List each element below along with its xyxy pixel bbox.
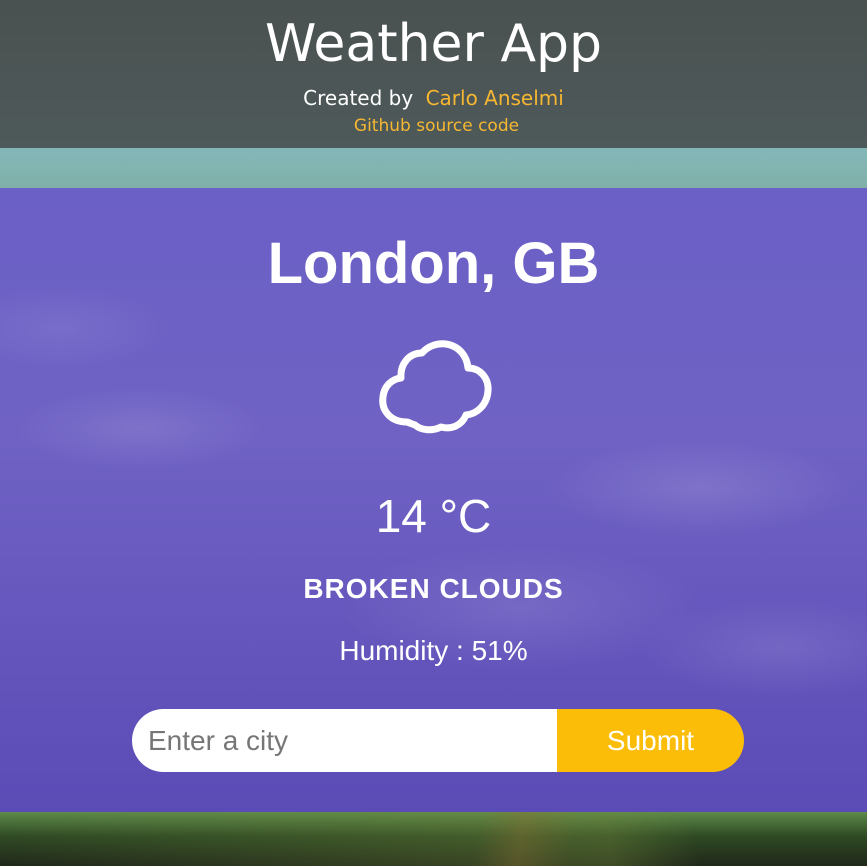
city-search-input[interactable] xyxy=(132,709,557,772)
author-link[interactable]: Carlo Anselmi xyxy=(426,86,564,110)
city-name: London, GB xyxy=(267,231,600,296)
app-title: Weather App xyxy=(264,14,603,74)
humidity: Humidity : 51% xyxy=(0,634,867,668)
humidity-label: Humidity xyxy=(339,635,449,666)
humidity-value: 51% xyxy=(471,635,528,666)
app-header: Weather App Created by Carlo Anselmi Git… xyxy=(0,0,867,148)
city-search-form: Submit xyxy=(132,709,744,772)
humidity-separator: : xyxy=(448,635,472,666)
temperature: 14 °C xyxy=(375,490,492,542)
submit-button[interactable]: Submit xyxy=(557,709,744,772)
background-sky xyxy=(0,148,867,188)
github-source-link[interactable]: Github source code xyxy=(348,116,519,136)
github-source-link-container: Github source code xyxy=(0,114,867,138)
background-landscape xyxy=(0,812,867,866)
weather-card: London, GB 14 °C BROKEN CLOUDS Humidity … xyxy=(0,188,867,812)
weather-condition: BROKEN CLOUDS xyxy=(303,573,564,604)
credit-prefix: Created by xyxy=(303,86,414,110)
credit-line: Created by Carlo Anselmi xyxy=(0,84,867,112)
cloud-icon xyxy=(379,340,492,434)
